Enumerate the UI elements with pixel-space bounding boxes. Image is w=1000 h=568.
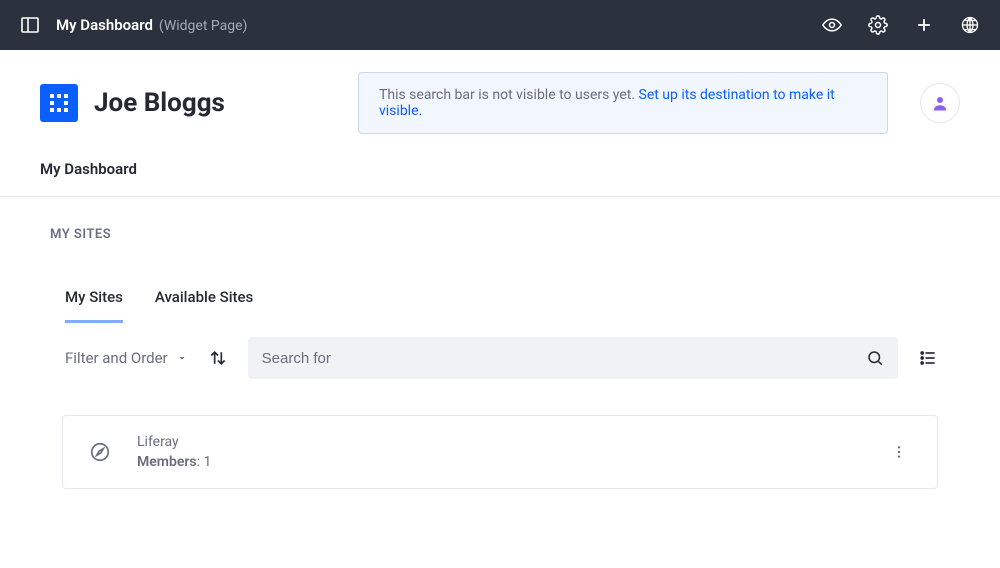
kebab-menu-icon[interactable] — [885, 438, 913, 466]
globe-icon[interactable] — [960, 15, 980, 35]
topbar-title: My Dashboard — [56, 16, 153, 34]
user-avatar[interactable] — [920, 83, 960, 123]
filter-order-button[interactable]: Filter and Order — [65, 349, 188, 367]
sort-button[interactable] — [208, 348, 228, 368]
toolbar: Filter and Order — [0, 323, 1000, 387]
site-info: Liferay Members: 1 — [137, 434, 861, 470]
breadcrumb: My Dashboard — [0, 150, 1000, 197]
search-setup-notice: This search bar is not visible to users … — [358, 72, 888, 134]
site-card[interactable]: Liferay Members: 1 — [62, 415, 938, 489]
search-icon[interactable] — [866, 349, 884, 367]
list-view-icon — [918, 348, 938, 368]
topbar-left: My Dashboard (Widget Page) — [20, 15, 247, 35]
search-input[interactable] — [262, 350, 866, 367]
tab-available-sites[interactable]: Available Sites — [155, 288, 253, 323]
section-heading: MY SITES — [0, 197, 1000, 252]
site-list: Liferay Members: 1 — [0, 387, 1000, 489]
gear-icon[interactable] — [868, 15, 888, 35]
display-style-button[interactable] — [918, 348, 938, 368]
site-name: Liferay — [137, 434, 861, 450]
page-header: Joe Bloggs This search bar is not visibl… — [0, 50, 1000, 150]
topbar-subtitle: (Widget Page) — [159, 18, 248, 34]
filter-order-label: Filter and Order — [65, 349, 168, 367]
notice-text: This search bar is not visible to users … — [379, 87, 639, 103]
site-members-label: Members — [137, 454, 197, 470]
tabs: My Sites Available Sites — [0, 252, 1000, 323]
tab-my-sites[interactable]: My Sites — [65, 288, 123, 323]
breadcrumb-label[interactable]: My Dashboard — [40, 160, 137, 178]
caret-down-icon — [176, 352, 188, 364]
search-field[interactable] — [248, 337, 898, 379]
page-title: Joe Bloggs — [94, 88, 225, 118]
site-members-count: : 1 — [197, 454, 212, 470]
plus-icon[interactable] — [914, 15, 934, 35]
eye-icon[interactable] — [822, 15, 842, 35]
sort-arrows-icon — [208, 348, 228, 368]
topbar: My Dashboard (Widget Page) — [0, 0, 1000, 50]
app-logo[interactable] — [40, 84, 78, 122]
topbar-title-group: My Dashboard (Widget Page) — [56, 16, 247, 34]
site-members: Members: 1 — [137, 454, 861, 470]
topbar-right — [822, 15, 980, 35]
compass-icon — [87, 439, 113, 465]
sidebar-toggle-icon[interactable] — [20, 15, 40, 35]
